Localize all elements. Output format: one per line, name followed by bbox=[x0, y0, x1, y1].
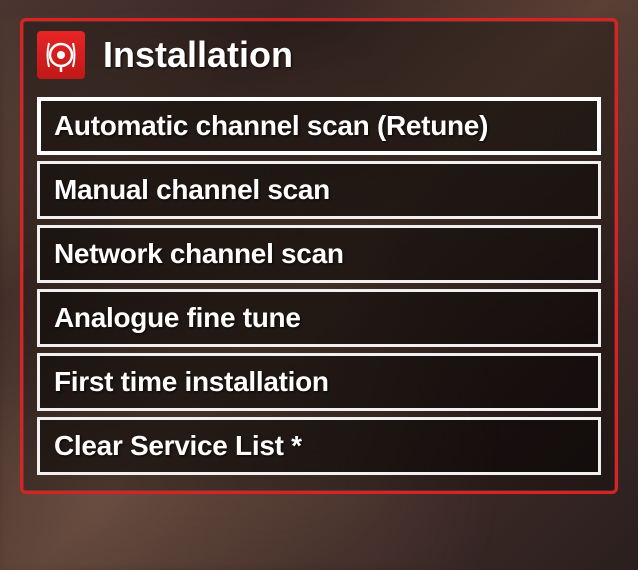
menu-item-label: Automatic channel scan (Retune) bbox=[54, 110, 488, 141]
menu-title: Installation bbox=[103, 34, 293, 76]
menu-item-automatic-channel-scan[interactable]: Automatic channel scan (Retune) bbox=[37, 97, 601, 155]
menu-items-list: Automatic channel scan (Retune) Manual c… bbox=[23, 97, 615, 475]
installation-menu: Installation Automatic channel scan (Ret… bbox=[20, 18, 618, 494]
menu-item-label: Analogue fine tune bbox=[54, 302, 301, 333]
satellite-dish-icon bbox=[37, 31, 85, 79]
menu-header: Installation bbox=[23, 21, 615, 97]
menu-item-analogue-fine-tune[interactable]: Analogue fine tune bbox=[37, 289, 601, 347]
menu-item-label: First time installation bbox=[54, 366, 329, 397]
menu-item-label: Manual channel scan bbox=[54, 174, 330, 205]
menu-item-label: Network channel scan bbox=[54, 238, 344, 269]
menu-item-manual-channel-scan[interactable]: Manual channel scan bbox=[37, 161, 601, 219]
menu-item-network-channel-scan[interactable]: Network channel scan bbox=[37, 225, 601, 283]
menu-item-clear-service-list[interactable]: Clear Service List * bbox=[37, 417, 601, 475]
menu-item-first-time-installation[interactable]: First time installation bbox=[37, 353, 601, 411]
menu-item-label: Clear Service List * bbox=[54, 430, 302, 461]
